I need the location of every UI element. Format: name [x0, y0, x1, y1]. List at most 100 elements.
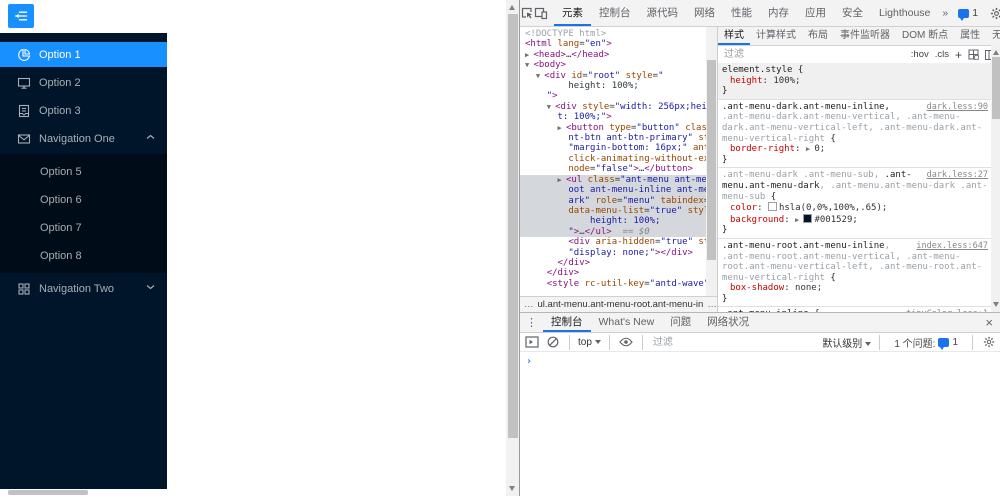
css-declaration[interactable]: box-shadow: none; [722, 283, 988, 294]
dom-tree-line[interactable]: "> [525, 91, 706, 101]
drawer-tab-What's New[interactable]: What's New [591, 313, 663, 332]
toggle-element-state-button[interactable]: :hov [911, 49, 929, 60]
drawer-tab-控制台[interactable]: 控制台 [543, 313, 591, 332]
expand-shorthand-icon[interactable]: ▶ [795, 216, 803, 224]
inspect-element-icon[interactable] [520, 2, 534, 24]
styles-tab-无障碍功能[interactable]: 无障碍功能 [986, 27, 1000, 45]
dom-tree-line[interactable]: oot ant-menu-inline ant-menu-d [520, 185, 706, 196]
tab-内存[interactable]: 内存 [760, 0, 797, 26]
css-declaration[interactable]: background: ▶ #001529; [722, 213, 988, 226]
elements-scrollbar-thumb[interactable] [707, 60, 716, 260]
sidebar-item-option-5[interactable]: Option 5 [0, 159, 167, 184]
settings-gear-icon[interactable] [990, 2, 1000, 24]
tab-安全[interactable]: 安全 [834, 0, 871, 26]
console-filter-input[interactable] [650, 335, 818, 349]
log-levels-selector[interactable]: 默认级别 [822, 335, 872, 350]
styles-tab-计算样式[interactable]: 计算样式 [750, 27, 802, 45]
css-declaration[interactable]: color: hsla(0,0%,100%,.65); [722, 202, 988, 214]
dom-tree-line[interactable]: ark" role="menu" tabindex="0" [520, 195, 706, 206]
dom-tree-line[interactable]: click-animating-without-extra- [525, 154, 706, 164]
device-toolbar-icon[interactable] [534, 2, 548, 24]
tab-元素[interactable]: 元素 [554, 0, 591, 26]
styles-scrollbar[interactable] [991, 45, 1000, 312]
dom-tree-line[interactable]: ▶ <head>…</head> [525, 50, 706, 60]
tab-性能[interactable]: 性能 [723, 0, 760, 26]
stylesheet-source-link[interactable]: index.less:647 [916, 241, 988, 252]
styles-tab-样式[interactable]: 样式 [718, 27, 750, 45]
drawer-menu-icon[interactable]: ⋮ [520, 316, 543, 329]
dom-tree-line[interactable]: … ▶ <ul class="ant-menu ant-menu-r [520, 174, 706, 186]
stylesheet-source-link[interactable]: dark.less:90 [927, 102, 988, 113]
styles-tab-DOM 断点[interactable]: DOM 断点 [896, 27, 954, 45]
dom-tree-line[interactable]: data-menu-list="true" style=" [520, 205, 706, 217]
clear-console-icon[interactable] [545, 334, 561, 350]
dom-tree-line[interactable]: </div> [525, 258, 706, 268]
dom-tree-line[interactable]: ▼ <body> [525, 60, 706, 70]
issues-counter-button[interactable]: 1 [952, 7, 984, 21]
page-vertical-scrollbar-thumb[interactable] [507, 14, 518, 438]
dom-tree-line[interactable]: "margin-bottom: 16px;" ant- [525, 143, 706, 153]
page-horizontal-scrollbar-thumb[interactable] [8, 490, 88, 495]
tab-网络[interactable]: 网络 [686, 0, 723, 26]
sidebar-item-navigation-one[interactable]: Navigation One [0, 126, 167, 151]
styles-scrollbar-thumb[interactable] [992, 57, 1000, 119]
breadcrumb-overflow-left[interactable]: … [524, 299, 534, 310]
console-settings-gear-icon[interactable] [981, 334, 997, 350]
element-classes-button[interactable]: .cls [935, 49, 949, 60]
dom-tree-line[interactable]: height: 100%; [520, 216, 706, 227]
drawer-tab-网络状况[interactable]: 网络状况 [699, 313, 757, 332]
scroll-up-icon[interactable] [509, 5, 515, 10]
dom-tree-line[interactable]: <!DOCTYPE html> [525, 29, 706, 39]
styles-tab-布局[interactable]: 布局 [802, 27, 834, 45]
styles-filter-input[interactable] [722, 48, 905, 61]
elements-scrollbar[interactable] [706, 27, 717, 296]
sidebar-item-option-8[interactable]: Option 8 [0, 243, 167, 268]
dom-tree-line[interactable]: ▼ <div id="root" style=" [525, 71, 706, 81]
page-vertical-scrollbar[interactable] [506, 0, 519, 496]
live-expression-eye-icon[interactable] [618, 334, 634, 350]
more-tabs-button[interactable]: » [938, 7, 952, 19]
dom-tree-line[interactable]: ">…</ul> == $0 [520, 226, 706, 238]
color-swatch[interactable] [803, 213, 813, 223]
grid-overlay-icon[interactable] [968, 49, 979, 60]
dom-tree-line[interactable]: ▶ <button type="button" class="a [525, 123, 706, 133]
scroll-down-icon[interactable] [509, 486, 515, 491]
scroll-down-icon[interactable] [993, 302, 999, 307]
sidebar-item-option-2[interactable]: Option 2 [0, 70, 167, 95]
sidebar-collapse-button[interactable] [8, 4, 34, 28]
js-context-selector[interactable]: top [578, 337, 601, 348]
sidebar-item-option-1[interactable]: Option 1 [0, 42, 167, 67]
console-sidebar-icon[interactable] [524, 334, 540, 350]
close-drawer-icon[interactable]: × [977, 315, 1000, 330]
dom-tree-line[interactable]: node="false">…</button> [525, 164, 706, 174]
new-style-rule-button[interactable]: + [955, 48, 962, 62]
dom-tree-line[interactable]: height: 100%; [525, 81, 706, 91]
dom-tree-line[interactable]: ▼ <div style="width: 256px;heigh [525, 102, 706, 112]
console-issues-button[interactable]: 1 个问题: 1 [888, 335, 964, 350]
breadcrumb-crumb[interactable]: ul.ant-menu.ant-menu-root.ant-menu-in [538, 299, 704, 310]
breadcrumb-overflow-right[interactable]: … [707, 299, 717, 310]
scroll-up-icon[interactable] [993, 50, 999, 55]
dom-tree-line[interactable]: nt-btn ant-btn-primary" style= [525, 133, 706, 143]
dom-tree-line[interactable]: <style rc-util-key="antd-wave"> [525, 279, 706, 289]
color-swatch[interactable] [767, 202, 777, 212]
sidebar-item-option-3[interactable]: Option 3 [0, 98, 167, 123]
tab-控制台[interactable]: 控制台 [591, 0, 639, 26]
dom-tree-line[interactable]: </div> [525, 268, 706, 278]
sidebar-item-navigation-two[interactable]: Navigation Two [0, 276, 167, 301]
dom-tree-line[interactable]: <html lang="en"> [525, 39, 706, 49]
stylesheet-source-link[interactable]: dark.less:27 [927, 170, 988, 181]
css-declaration[interactable]: height: 100%; [722, 76, 988, 87]
css-declaration[interactable]: border-right: ▶ 0; [722, 144, 988, 155]
dom-tree-line[interactable]: <div aria-hidden="true" style= [525, 237, 706, 247]
console-prompt[interactable]: › [520, 352, 1000, 367]
dom-tree-line[interactable]: "display: none;"></div> [525, 248, 706, 258]
drawer-tab-问题[interactable]: 问题 [662, 313, 699, 332]
tab-源代码[interactable]: 源代码 [639, 0, 687, 26]
sidebar-item-option-7[interactable]: Option 7 [0, 215, 167, 240]
sidebar-item-option-6[interactable]: Option 6 [0, 187, 167, 212]
tab-Lighthouse[interactable]: Lighthouse [871, 0, 938, 26]
rule-selector[interactable]: element.style { [722, 65, 988, 76]
dom-tree-line[interactable]: t: 100%;"> [525, 112, 706, 122]
styles-tab-属性[interactable]: 属性 [954, 27, 986, 45]
